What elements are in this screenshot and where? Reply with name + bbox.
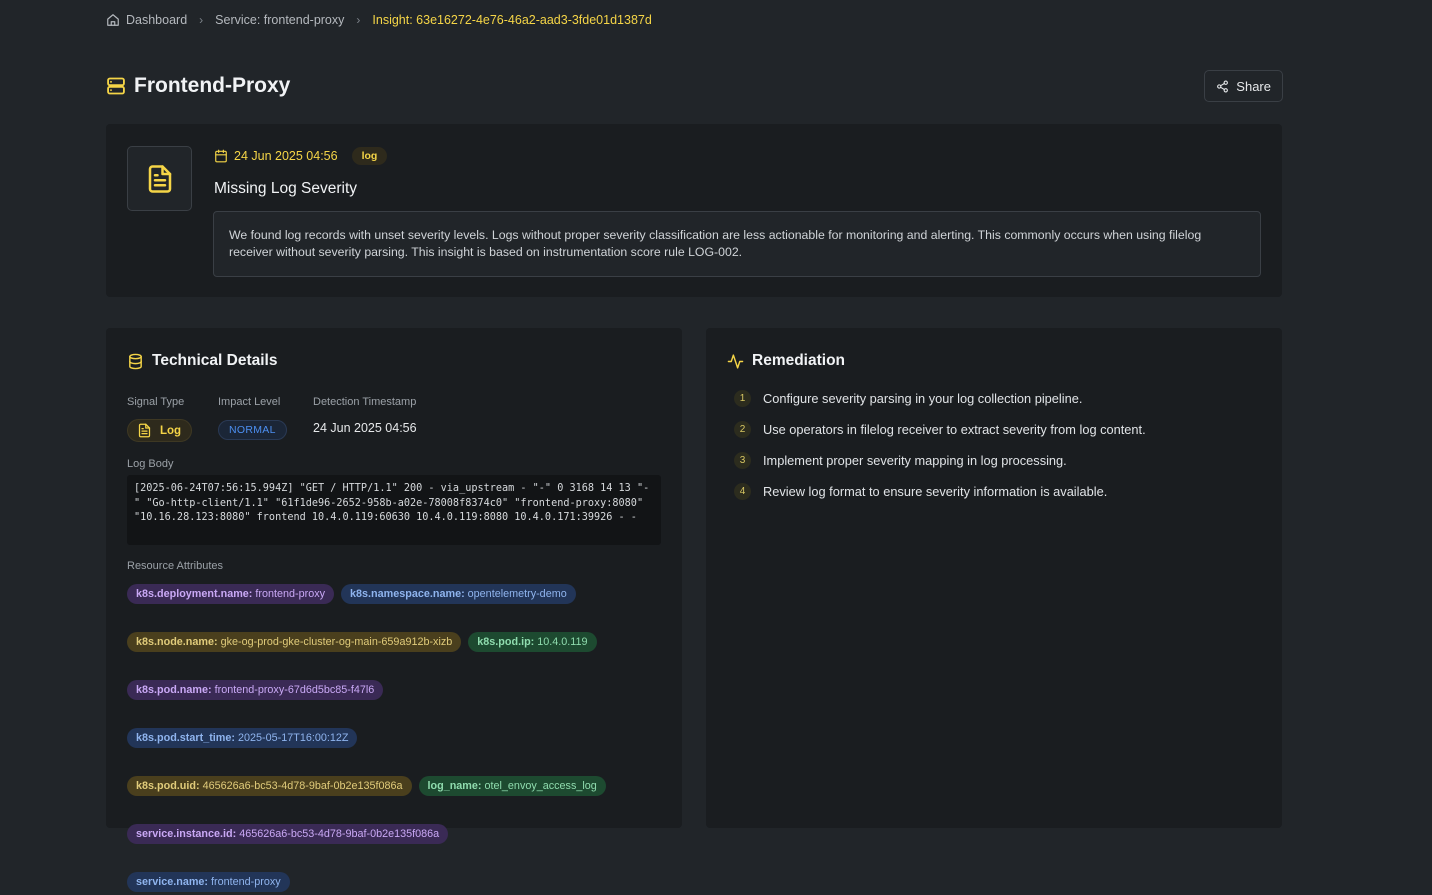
chevron-right-icon: › bbox=[199, 13, 204, 27]
attribute-tag: k8s.deployment.name: frontend-proxy bbox=[127, 584, 335, 604]
attribute-tag: log_name: otel_envoy_access_log bbox=[418, 776, 606, 796]
list-item: 1 Configure severity parsing in your log… bbox=[734, 390, 1146, 407]
step-text: Configure severity parsing in your log c… bbox=[763, 391, 1083, 406]
breadcrumb-dashboard-label: Dashboard bbox=[126, 13, 188, 27]
insight-card: 24 Jun 2025 04:56 log Missing Log Severi… bbox=[106, 124, 1282, 297]
step-number: 4 bbox=[734, 483, 751, 500]
remediation-heading: Remediation bbox=[727, 352, 845, 370]
insight-icon-box bbox=[127, 146, 192, 211]
technical-details-title: Technical Details bbox=[152, 352, 278, 369]
remediation-card: Remediation 1 Configure severity parsing… bbox=[706, 328, 1282, 828]
insight-tag: log bbox=[351, 147, 388, 165]
detection-timestamp-value: 24 Jun 2025 04:56 bbox=[313, 421, 417, 435]
insight-title: Missing Log Severity bbox=[214, 180, 358, 197]
technical-details-card: Technical Details Signal Type Impact Lev… bbox=[106, 328, 682, 892]
list-item: 4 Review log format to ensure severity i… bbox=[734, 483, 1146, 500]
log-body: [2025-06-24T07:56:15.994Z] "GET / HTTP/1… bbox=[127, 475, 661, 545]
log-body-label: Log Body bbox=[127, 458, 174, 470]
share-button[interactable]: Share bbox=[1204, 70, 1283, 102]
list-item: 3 Implement proper severity mapping in l… bbox=[734, 452, 1146, 469]
activity-icon bbox=[727, 353, 744, 369]
step-number: 2 bbox=[734, 421, 751, 438]
attribute-tag: service.instance.id: 465626a6-bc53-4d78-… bbox=[127, 824, 449, 844]
page-title: Frontend-Proxy bbox=[106, 74, 290, 98]
insight-description: We found log records with unset severity… bbox=[213, 211, 1261, 277]
impact-level-badge: NORMAL bbox=[218, 420, 287, 440]
impact-level-label: Impact Level bbox=[218, 396, 281, 408]
breadcrumb: Dashboard › Service: frontend-proxy › In… bbox=[106, 12, 652, 28]
step-text: Review log format to ensure severity inf… bbox=[763, 484, 1108, 499]
remediation-steps: 1 Configure severity parsing in your log… bbox=[734, 390, 1146, 514]
share-button-label: Share bbox=[1236, 78, 1271, 94]
breadcrumb-dashboard[interactable]: Dashboard bbox=[106, 13, 187, 27]
step-text: Use operators in filelog receiver to ext… bbox=[763, 422, 1146, 437]
signal-type-value: Log bbox=[160, 424, 182, 437]
breadcrumb-insight: Insight: 63e16272-4e76-46a2-aad3-3fde01d… bbox=[372, 13, 652, 27]
page-title-text: Frontend-Proxy bbox=[134, 74, 291, 97]
step-number: 1 bbox=[734, 390, 751, 407]
resource-attributes-label: Resource Attributes bbox=[127, 560, 223, 572]
insight-timestamp: 24 Jun 2025 04:56 bbox=[234, 149, 338, 163]
calendar-icon bbox=[215, 149, 227, 163]
chevron-right-icon: › bbox=[356, 13, 361, 27]
document-icon bbox=[138, 423, 151, 438]
attribute-tag: k8s.node.name: gke-og-prod-gke-cluster-o… bbox=[127, 632, 462, 652]
signal-type-badge: Log bbox=[127, 419, 193, 442]
attribute-tag: k8s.namespace.name: opentelemetry-demo bbox=[341, 584, 576, 604]
document-icon bbox=[148, 164, 171, 193]
server-icon bbox=[107, 77, 125, 95]
signal-type-label: Signal Type bbox=[127, 396, 185, 408]
attribute-tag: k8s.pod.ip: 10.4.0.119 bbox=[468, 632, 597, 652]
attribute-tag: k8s.pod.start_time: 2025-05-17T16:00:12Z bbox=[127, 728, 358, 748]
technical-details-heading: Technical Details bbox=[127, 352, 277, 370]
list-item: 2 Use operators in filelog receiver to e… bbox=[734, 421, 1146, 438]
detection-timestamp-label: Detection Timestamp bbox=[313, 396, 417, 408]
attribute-tag: service.name: frontend-proxy bbox=[127, 872, 290, 892]
page-header: Frontend-Proxy Share bbox=[106, 70, 1283, 102]
step-number: 3 bbox=[734, 452, 751, 469]
attribute-tag: k8s.pod.name: frontend-proxy-67d6d5bc85-… bbox=[127, 680, 384, 700]
resource-attributes: k8s.deployment.name: frontend-proxy k8s.… bbox=[127, 584, 667, 892]
share-icon bbox=[1217, 80, 1229, 92]
home-icon bbox=[107, 14, 119, 26]
step-text: Implement proper severity mapping in log… bbox=[763, 453, 1067, 468]
breadcrumb-service[interactable]: Service: frontend-proxy bbox=[215, 13, 344, 27]
remediation-title: Remediation bbox=[752, 352, 846, 369]
insight-meta: 24 Jun 2025 04:56 log bbox=[214, 147, 388, 165]
database-icon bbox=[129, 353, 142, 369]
attribute-tag: k8s.pod.uid: 465626a6-bc53-4d78-9baf-0b2… bbox=[127, 776, 412, 796]
